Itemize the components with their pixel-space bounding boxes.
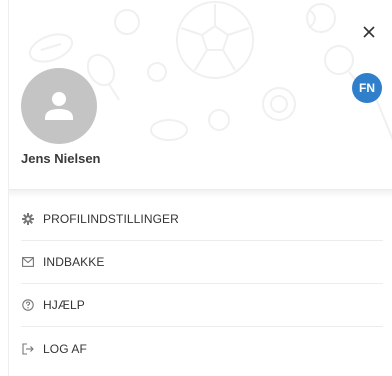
user-name: Jens Nielsen <box>21 151 101 166</box>
close-button[interactable] <box>359 22 379 42</box>
menu-item-label: HJÆLP <box>43 298 85 312</box>
header-divider <box>9 190 392 198</box>
profile-drawer: Jens Nielsen FN PROFILINDSTILLINGER INDB… <box>8 0 392 376</box>
menu-item-label: PROFILINDSTILLINGER <box>43 212 179 226</box>
avatar <box>21 68 97 144</box>
user-initials-badge[interactable]: FN <box>352 73 382 103</box>
menu-item-profile-settings[interactable]: PROFILINDSTILLINGER <box>21 198 383 241</box>
close-icon <box>363 26 375 38</box>
menu-item-logout[interactable]: LOG AF <box>21 327 383 370</box>
profile-menu: PROFILINDSTILLINGER INDBAKKE HJÆLP LOG A… <box>9 198 392 370</box>
logout-icon <box>21 342 35 356</box>
profile-header: Jens Nielsen FN <box>9 0 392 190</box>
user-silhouette-icon <box>45 92 73 120</box>
gear-icon <box>21 212 35 226</box>
menu-item-label: LOG AF <box>43 341 87 356</box>
menu-item-label: INDBAKKE <box>43 255 105 269</box>
menu-item-help[interactable]: HJÆLP <box>21 284 383 327</box>
mail-icon <box>21 255 35 269</box>
menu-item-inbox[interactable]: INDBAKKE <box>21 241 383 284</box>
help-icon <box>21 298 35 312</box>
